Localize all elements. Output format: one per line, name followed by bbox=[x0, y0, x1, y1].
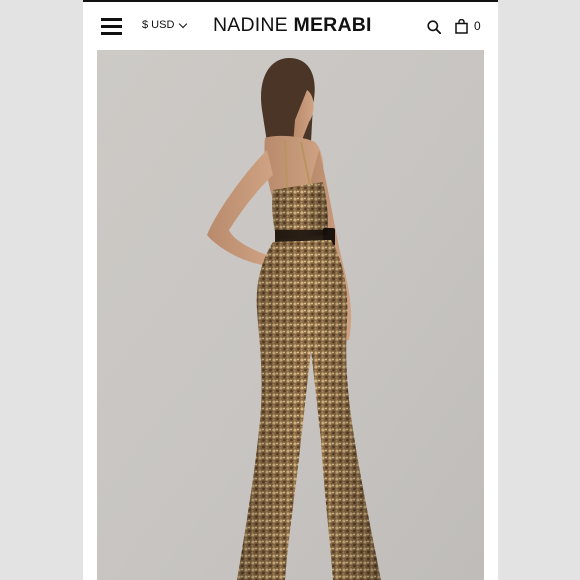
currency-selector[interactable]: $ USD bbox=[142, 19, 188, 31]
search-icon[interactable] bbox=[427, 20, 441, 34]
cart-count: 0 bbox=[474, 19, 481, 33]
chevron-down-icon bbox=[179, 19, 188, 28]
left-backdrop bbox=[0, 0, 83, 580]
site-header: $ USD NADINE MERABI 0 bbox=[83, 2, 498, 50]
menu-button[interactable] bbox=[101, 18, 122, 35]
right-backdrop bbox=[498, 0, 580, 580]
brand-logo[interactable]: NADINE MERABI bbox=[213, 14, 372, 37]
product-image[interactable] bbox=[97, 50, 484, 580]
bag-icon[interactable] bbox=[455, 19, 468, 34]
model-photo bbox=[97, 50, 484, 580]
mobile-page: $ USD NADINE MERABI 0 bbox=[83, 0, 498, 580]
currency-label: $ USD bbox=[142, 19, 175, 31]
menu-icon-bar bbox=[101, 25, 122, 28]
menu-icon-bar bbox=[101, 32, 122, 35]
menu-icon-bar bbox=[101, 18, 122, 21]
logo-text-light: NADINE bbox=[213, 14, 288, 36]
logo-text-bold: MERABI bbox=[293, 14, 372, 36]
